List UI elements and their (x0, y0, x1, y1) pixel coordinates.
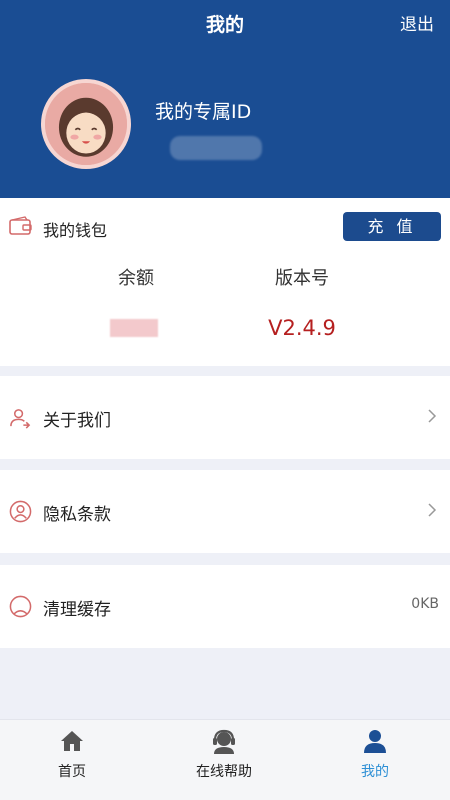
user-id-value-redacted (170, 136, 262, 160)
menu-item-privacy-label: 隐私条款 (43, 505, 111, 525)
tab-home[interactable]: 首页 (22, 728, 122, 781)
wallet-icon (9, 216, 32, 235)
chevron-right-icon (428, 503, 437, 517)
version-label: 版本号 (275, 268, 329, 289)
menu-item-privacy[interactable]: 隐私条款 (0, 470, 450, 553)
tab-home-label: 首页 (58, 764, 86, 780)
menu-item-clear-cache-label: 清理缓存 (43, 600, 111, 620)
chevron-right-icon (428, 409, 437, 423)
user-arrow-icon (10, 409, 31, 429)
avatar-girl-icon (45, 83, 127, 165)
bottom-tab-bar: 首页 在线帮助 我的 (0, 719, 450, 800)
user-circle-icon (9, 500, 32, 523)
version-value: V2.4.9 (268, 316, 336, 340)
tab-online-help[interactable]: 在线帮助 (174, 728, 274, 781)
page-title: 我的 (205, 14, 244, 36)
balance-value-redacted (110, 319, 158, 337)
logout-button[interactable]: 退出 (400, 10, 434, 35)
profile-header: 我的 退出 我的专属ID (0, 0, 450, 198)
menu-item-about-label: 关于我们 (43, 411, 111, 431)
menu-item-clear-cache[interactable]: 清理缓存 0KB (0, 565, 450, 648)
balance-label: 余额 (118, 268, 154, 289)
home-icon (61, 731, 83, 751)
tab-mine-label: 我的 (361, 764, 389, 780)
cache-size-value: 0KB (411, 596, 439, 612)
avatar[interactable] (41, 79, 131, 169)
user-icon (364, 730, 386, 753)
headset-support-icon (213, 729, 235, 754)
recharge-button[interactable]: 充 值 (343, 212, 441, 241)
user-id-label: 我的专属ID (155, 101, 252, 123)
wallet-title: 我的钱包 (43, 221, 108, 240)
tab-mine[interactable]: 我的 (325, 728, 425, 781)
tab-online-help-label: 在线帮助 (196, 764, 252, 780)
menu-item-about[interactable]: 关于我们 (0, 376, 450, 459)
clear-cache-icon (9, 595, 32, 618)
